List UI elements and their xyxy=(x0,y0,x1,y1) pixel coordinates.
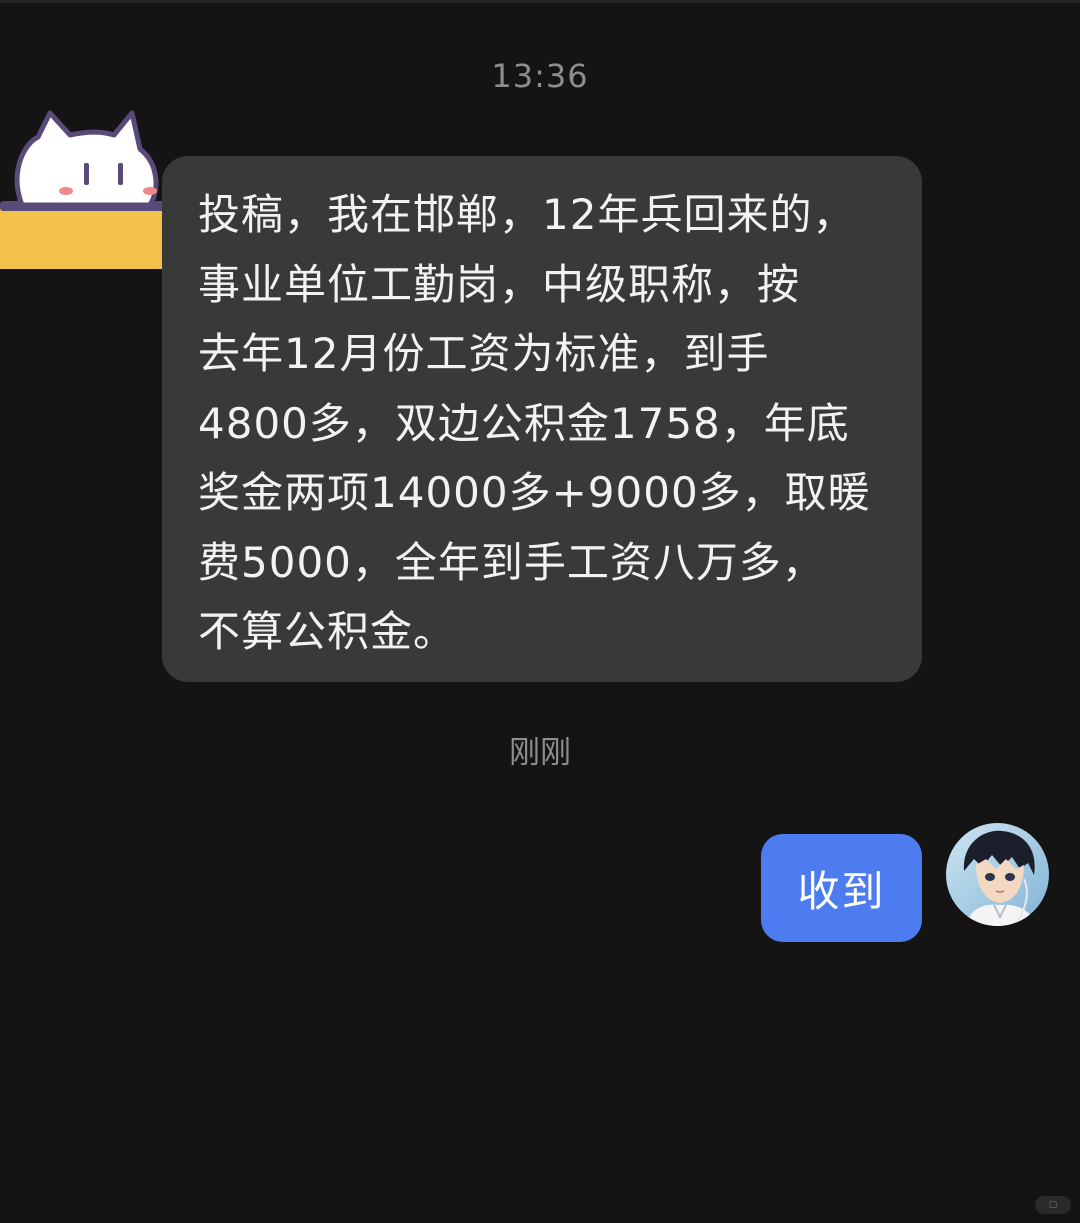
message-timestamp: 13:36 xyxy=(491,57,589,95)
outgoing-message-bubble[interactable]: 收到 xyxy=(761,834,922,942)
message-timestamp-recent: 刚刚 xyxy=(509,735,571,771)
top-divider xyxy=(0,0,1080,3)
incoming-message-text: 投稿，我在邯郸，12年兵回来的， 事业单位工勤岗，中级职称，按 去年12月份工资… xyxy=(198,190,871,656)
anime-character-avatar-icon[interactable] xyxy=(946,823,1049,926)
outgoing-message-text: 收到 xyxy=(797,866,886,916)
chat-screen: 13:36 投稿，我在邯郸，12年兵回来的， 事业单位工勤岗，中级职称，按 去年… xyxy=(0,0,1080,1223)
watermark-badge: ▢ xyxy=(1035,1196,1071,1214)
incoming-message-bubble[interactable]: 投稿，我在邯郸，12年兵回来的， 事业单位工勤岗，中级职称，按 去年12月份工资… xyxy=(162,156,922,682)
